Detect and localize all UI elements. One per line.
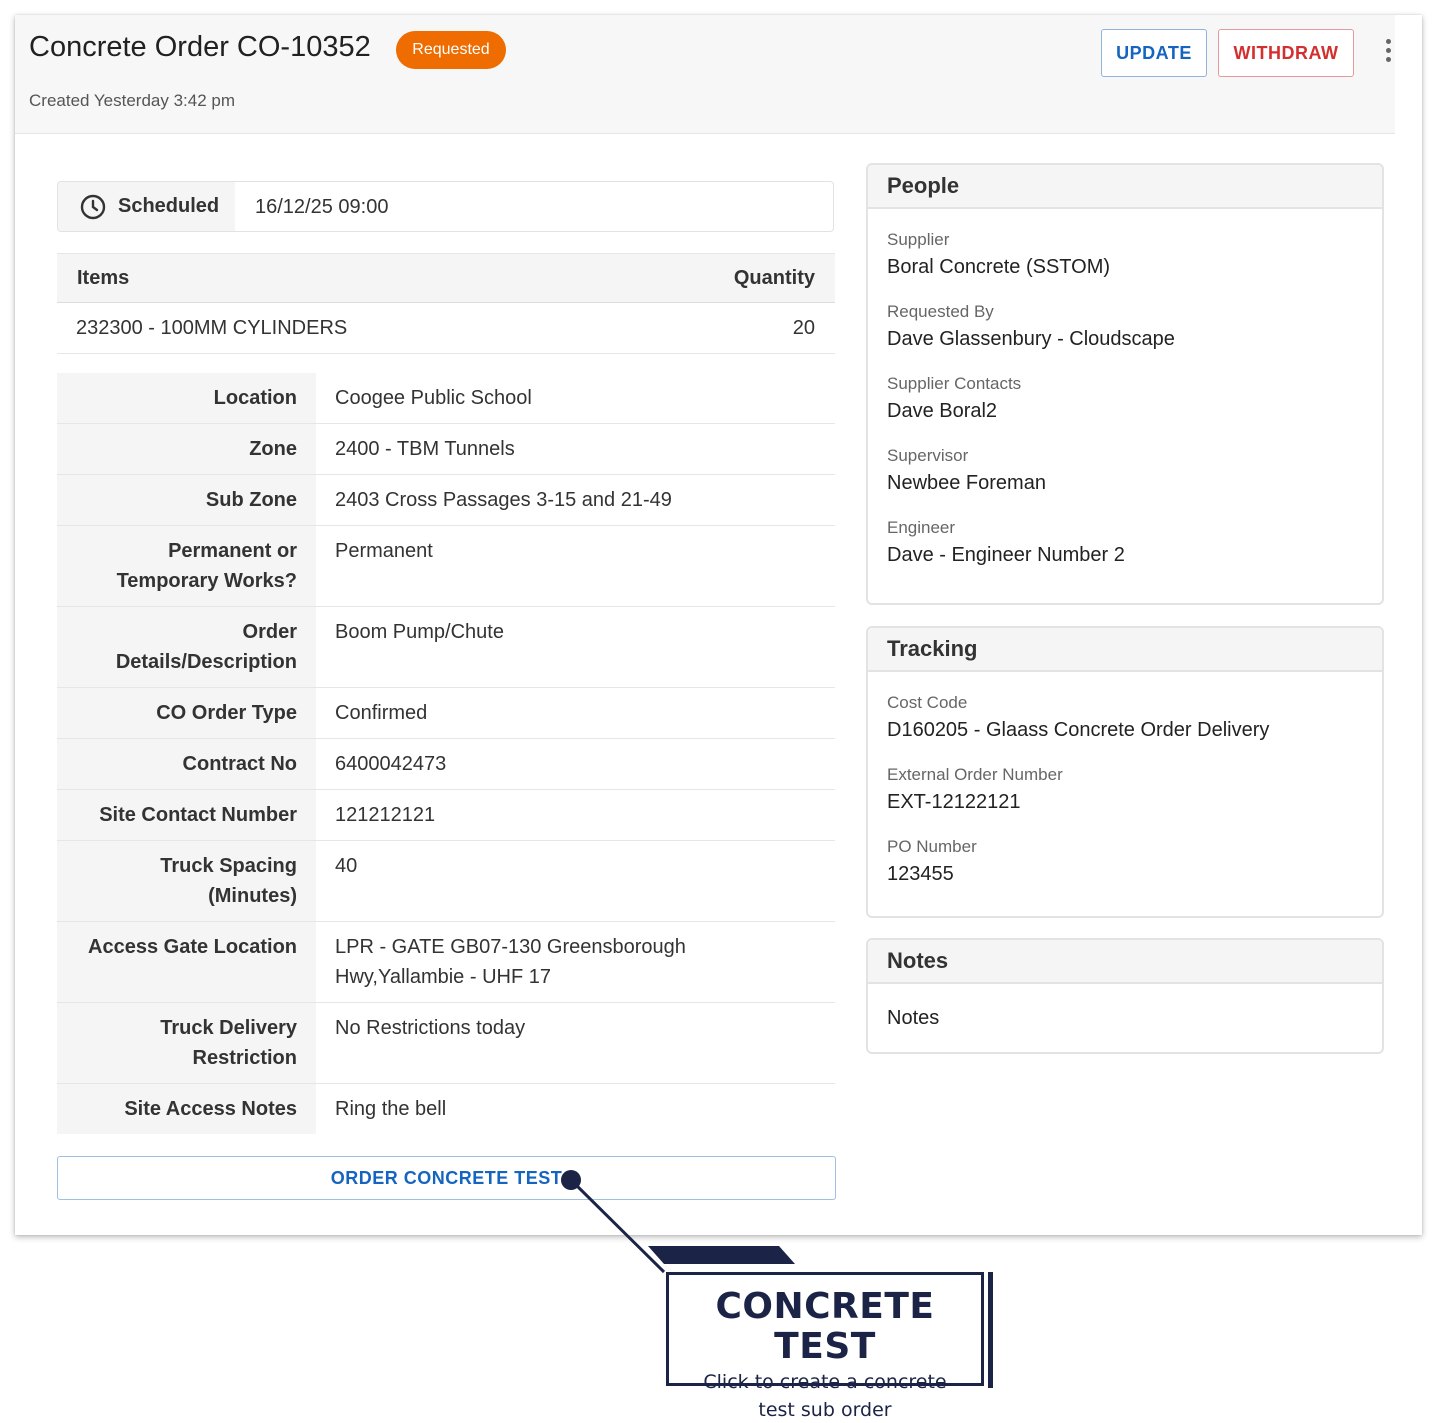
callout-anchor-dot bbox=[561, 1170, 581, 1190]
callout-line-1: Click to create a concrete bbox=[703, 1371, 947, 1393]
callout-title: CONCRETE TEST bbox=[715, 1286, 935, 1367]
callout-pointer bbox=[561, 1170, 993, 1388]
callout-leader-line bbox=[569, 1178, 666, 1274]
callout-tab-shape bbox=[648, 1246, 795, 1264]
concrete-test-callout: CONCRETE TEST Click to create a concrete… bbox=[666, 1272, 984, 1421]
callout-line-2: test sub order bbox=[758, 1399, 892, 1421]
callout-box-shadow bbox=[988, 1272, 993, 1388]
